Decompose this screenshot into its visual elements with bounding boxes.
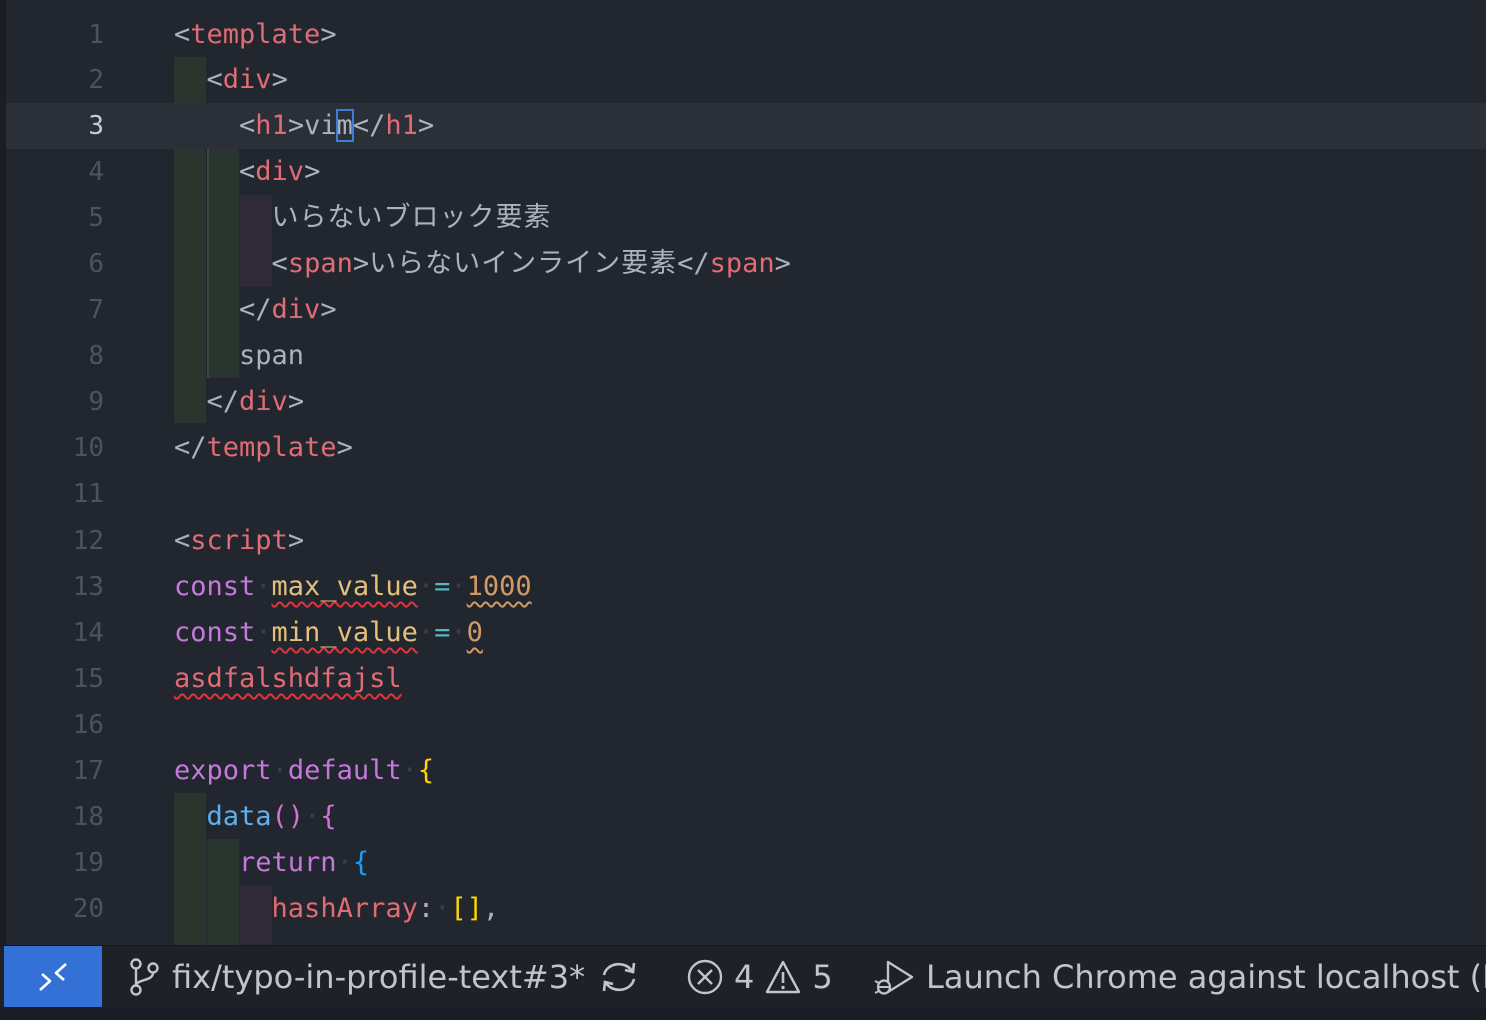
sync-icon <box>602 962 636 992</box>
code-text[interactable]: <div> <box>174 149 320 195</box>
lint-warning-squiggle: 1000 <box>466 571 532 602</box>
code-line[interactable]: 19 return·{ <box>6 840 1486 886</box>
line-number: 5 <box>88 203 104 233</box>
code-line[interactable]: 14 const·min_value·=·0 <box>6 610 1486 656</box>
code-text[interactable]: </div> <box>174 287 337 333</box>
code-text[interactable]: const·max_value·=·1000 <box>174 564 532 610</box>
line-number: 1 <box>88 20 104 50</box>
remote-icon <box>39 963 67 991</box>
line-number: 14 <box>72 618 104 648</box>
code-line[interactable]: 11 <box>6 471 1486 517</box>
warning-icon <box>766 960 801 994</box>
code-text[interactable]: <h1>vim</h1> <box>174 103 434 149</box>
line-number: 8 <box>88 341 104 371</box>
code-line[interactable]: 16 <box>6 702 1486 748</box>
line-number: 18 <box>72 802 104 832</box>
code-text[interactable]: data()·{ <box>174 794 337 840</box>
line-number: 9 <box>88 387 104 417</box>
code-line[interactable]: 20 hashArray:·[], <box>6 886 1486 932</box>
code-text[interactable]: span <box>174 333 304 379</box>
launch-config-label: Launch Chrome against localhost (Buil <box>926 958 1486 996</box>
code-line[interactable]: 6 <span>いらないインライン要素</span> <box>6 241 1486 287</box>
lint-error-squiggle: max_value <box>271 571 418 602</box>
git-branch-icon <box>130 958 159 996</box>
code-editor[interactable]: 1 <template> 2 <div> 3 <h1>vim</h1> 4 <d… <box>6 0 1486 945</box>
line-number: 2 <box>88 65 104 95</box>
sync-button[interactable] <box>598 946 640 1008</box>
line-number: 19 <box>72 848 104 878</box>
line-number: 16 <box>72 710 104 740</box>
window-bottom-edge <box>0 1007 1486 1020</box>
git-branch-status[interactable]: fix/typo-in-profile-text#3* <box>126 946 585 1008</box>
code-text[interactable]: asdfalshdfajsl <box>174 656 402 702</box>
warning-count: 5 <box>812 958 833 996</box>
code-line[interactable]: 8 span <box>6 333 1486 379</box>
line-number: 6 <box>88 249 104 279</box>
code-line[interactable]: 13 const·max_value·=·1000 <box>6 564 1486 610</box>
line-number: 7 <box>88 295 104 325</box>
code-line[interactable]: 18 data()·{ <box>6 794 1486 840</box>
code-text[interactable]: <div> <box>174 57 288 103</box>
code-text[interactable]: <script> <box>174 518 304 564</box>
line-number: 4 <box>88 157 104 187</box>
line-number: 3 <box>88 111 104 141</box>
line-number: 13 <box>72 572 104 602</box>
code-line[interactable]: 7 </div> <box>6 287 1486 333</box>
code-line-current[interactable]: 3 <h1>vim</h1> <box>6 103 1486 149</box>
text-cursor: m <box>335 109 354 142</box>
lint-error-squiggle: min_value <box>271 617 418 648</box>
line-number: 17 <box>72 756 104 786</box>
code-line[interactable]: 4 <div> <box>6 149 1486 195</box>
line-number: 20 <box>72 894 104 924</box>
status-bar: fix/typo-in-profile-text#3* 4 5 Launch C… <box>0 945 1486 1008</box>
code-line[interactable]: 10 </template> <box>6 425 1486 471</box>
error-count: 4 <box>734 958 755 996</box>
code-text[interactable]: </template> <box>174 425 353 471</box>
code-line[interactable]: 5 いらないブロック要素 <box>6 195 1486 241</box>
lint-warning-squiggle: 0 <box>466 617 483 648</box>
problems-status[interactable]: 4 5 <box>686 946 833 1008</box>
code-line[interactable]: 17 export·default·{ <box>6 748 1486 794</box>
error-icon <box>687 959 723 995</box>
remote-indicator-button[interactable] <box>4 946 102 1008</box>
code-line[interactable]: 15 asdfalshdfajsl <box>6 656 1486 702</box>
line-number: 12 <box>72 526 104 556</box>
code-line[interactable]: 9 </div> <box>6 379 1486 425</box>
line-number: 15 <box>72 664 104 694</box>
lint-error-squiggle: asdfalshdfajsl <box>174 663 402 694</box>
branch-name: fix/typo-in-profile-text#3* <box>172 958 586 996</box>
code-text[interactable]: いらないブロック要素 <box>174 195 552 241</box>
debug-launch-status[interactable]: Launch Chrome against localhost (Buil <box>872 946 1486 1008</box>
code-text[interactable]: <template> <box>174 12 337 58</box>
line-number: 11 <box>72 479 104 509</box>
code-line[interactable]: 2 <div> <box>6 57 1486 103</box>
code-text[interactable]: </div> <box>174 379 305 425</box>
code-line[interactable]: 1 <template> <box>6 12 1486 58</box>
line-number: 10 <box>72 433 104 463</box>
code-text[interactable]: hashArray:·[], <box>174 886 500 932</box>
code-text[interactable]: <span>いらないインライン要素</span> <box>174 241 791 287</box>
code-text[interactable]: return·{ <box>174 840 369 886</box>
code-text[interactable]: const·min_value·=·0 <box>174 610 483 656</box>
code-text[interactable]: export·default·{ <box>174 748 434 794</box>
code-line[interactable]: 12 <script> <box>6 518 1486 564</box>
debug-run-icon <box>874 960 914 995</box>
